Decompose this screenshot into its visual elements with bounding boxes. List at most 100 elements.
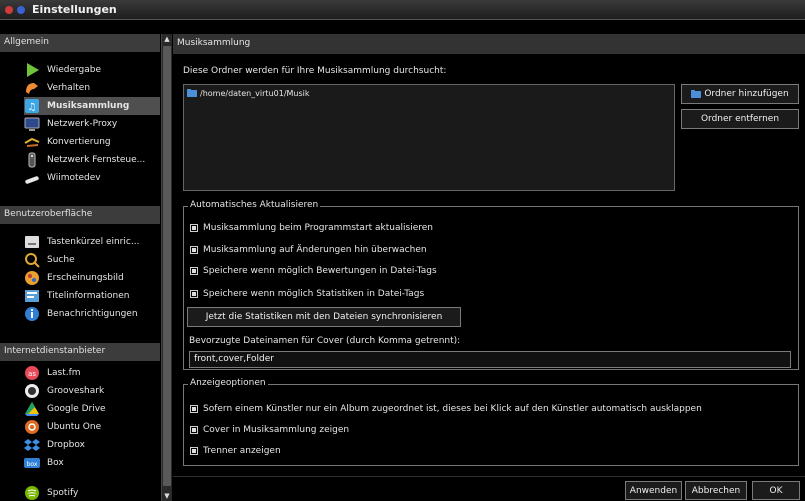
page-title: Musiksammlung: [173, 34, 805, 54]
option-update-on-start[interactable]: Musiksammlung beim Programmstart aktuali…: [190, 223, 433, 233]
sidebar-item-search[interactable]: Suche: [24, 251, 160, 269]
sidebar-item-ubuntu-one[interactable]: Ubuntu One: [24, 418, 160, 436]
sidebar-item-grooveshark[interactable]: Grooveshark: [24, 382, 160, 400]
checkbox[interactable]: [190, 426, 198, 434]
scroll-up-icon[interactable]: ▲: [162, 34, 172, 44]
close-window-button[interactable]: [5, 6, 13, 14]
option-watch-changes[interactable]: Musiksammlung auf Änderungen hin überwac…: [190, 245, 427, 255]
sidebar-item-track-info[interactable]: Titelinformationen: [24, 287, 160, 305]
scrollbar-thumb[interactable]: [163, 46, 171, 486]
sidebar-item-notifications[interactable]: Benachrichtigungen: [24, 305, 160, 323]
option-auto-expand-album[interactable]: Sofern einem Künstler nur ein Album zuge…: [190, 404, 702, 414]
sidebar-item-lastfm[interactable]: as Last.fm: [24, 364, 160, 382]
music-library-icon: ♫: [24, 98, 40, 114]
spotify-icon: [24, 485, 40, 501]
option-label: Trenner anzeigen: [203, 446, 281, 456]
behavior-icon: [24, 80, 40, 96]
sidebar-item-label: Box: [47, 458, 64, 468]
sidebar-item-appearance[interactable]: Erscheinungsbild: [24, 269, 160, 287]
sidebar-item-label: Wiedergabe: [47, 65, 102, 75]
sidebar-item-label: Titelinformationen: [47, 291, 130, 301]
cover-names-input[interactable]: front,cover,Folder: [189, 351, 791, 368]
option-save-ratings[interactable]: Speichere wenn möglich Bewertungen in Da…: [190, 266, 437, 276]
sidebar-item-label: Spotify: [47, 488, 79, 498]
checkbox[interactable]: [190, 405, 198, 413]
folder-list[interactable]: /home/daten_virtu01/Musik: [183, 84, 675, 191]
option-show-dividers[interactable]: Trenner anzeigen: [190, 446, 281, 456]
sidebar-item-conversion[interactable]: Konvertierung: [24, 133, 160, 151]
sidebar-item-label: Last.fm: [47, 368, 81, 378]
sidebar-item-label: Suche: [47, 255, 75, 265]
search-icon: [24, 252, 40, 268]
checkbox[interactable]: [190, 267, 198, 275]
checkbox[interactable]: [190, 290, 198, 298]
sidebar-item-playback[interactable]: Wiedergabe: [24, 61, 160, 79]
track-info-icon: [24, 288, 40, 304]
cover-names-label: Bevorzugte Dateinamen für Cover (durch K…: [189, 336, 461, 346]
sidebar-item-wiimotedev[interactable]: Wiimotedev: [24, 169, 160, 187]
sidebar-item-dropbox[interactable]: Dropbox: [24, 436, 160, 454]
folder-icon: [187, 88, 197, 98]
footer-divider: [173, 476, 805, 477]
cancel-button[interactable]: Abbrechen: [685, 481, 747, 500]
sidebar-item-remote-control[interactable]: Netzwerk Fernsteue...: [24, 151, 160, 169]
option-label: Speichere wenn möglich Statistiken in Da…: [203, 289, 425, 299]
cancel-label: Abbrechen: [691, 485, 741, 496]
svg-text:as: as: [28, 370, 36, 378]
sidebar-item-label: Konvertierung: [47, 137, 111, 147]
sidebar-item-spotify[interactable]: Spotify: [24, 484, 160, 501]
option-label: Musiksammlung beim Programmstart aktuali…: [203, 223, 433, 233]
sidebar-item-behavior[interactable]: Verhalten: [24, 79, 160, 97]
option-save-statistics[interactable]: Speichere wenn möglich Statistiken in Da…: [190, 289, 424, 299]
svg-text:♫: ♫: [28, 102, 37, 113]
apply-button[interactable]: Anwenden: [625, 481, 682, 500]
option-label: Cover in Musiksammlung zeigen: [203, 425, 350, 435]
minimize-window-button[interactable]: [17, 6, 25, 14]
option-label: Musiksammlung auf Änderungen hin überwac…: [203, 245, 427, 255]
ok-button[interactable]: OK: [752, 481, 800, 500]
option-show-covers[interactable]: Cover in Musiksammlung zeigen: [190, 425, 349, 435]
option-label: Speichere wenn möglich Bewertungen in Da…: [203, 266, 437, 276]
group-header-general: Allgemein: [0, 34, 160, 52]
add-folder-button[interactable]: Ordner hinzufügen: [681, 84, 799, 104]
folders-label: Diese Ordner werden für Ihre Musiksammlu…: [183, 66, 447, 76]
sync-statistics-label: Jetzt die Statistiken mit den Dateien sy…: [205, 312, 443, 322]
folder-add-icon: [691, 89, 702, 99]
sidebar-item-label: Grooveshark: [47, 386, 105, 396]
sidebar-item-box[interactable]: box Box: [24, 454, 160, 472]
grooveshark-icon: [24, 383, 40, 399]
sidebar-scrollbar[interactable]: ▲ ▼: [161, 34, 172, 501]
conversion-icon: [24, 134, 40, 150]
ubuntu-one-icon: [24, 419, 40, 435]
folder-list-item[interactable]: /home/daten_virtu01/Musik: [187, 88, 310, 98]
appearance-icon: [24, 270, 40, 286]
sidebar-item-label: Google Drive: [47, 404, 106, 414]
group-header-internet-services: Internetdienstanbieter: [0, 343, 160, 361]
wiimote-icon: [24, 170, 40, 186]
checkbox[interactable]: [190, 224, 198, 232]
auto-update-legend: Automatisches Aktualisieren: [188, 200, 321, 210]
network-proxy-icon: [24, 116, 40, 132]
option-label: Sofern einem Künstler nur ein Album zuge…: [203, 404, 702, 414]
google-drive-icon: [24, 401, 40, 417]
keyboard-icon: [24, 234, 40, 250]
scroll-down-icon[interactable]: ▼: [162, 491, 172, 501]
sync-statistics-button[interactable]: Jetzt die Statistiken mit den Dateien sy…: [187, 307, 461, 327]
title-bar: Einstellungen: [0, 0, 805, 20]
sidebar-item-shortcuts[interactable]: Tastenkürzel einric...: [24, 233, 160, 251]
play-icon: [24, 62, 40, 78]
checkbox[interactable]: [190, 246, 198, 254]
remove-folder-button[interactable]: Ordner entfernen: [681, 109, 799, 129]
ok-label: OK: [769, 485, 783, 496]
add-folder-label: Ordner hinzufügen: [704, 89, 789, 99]
sidebar-item-label: Ubuntu One: [47, 422, 102, 432]
sidebar-item-label: Netzwerk-Proxy: [47, 119, 118, 129]
sidebar-item-google-drive[interactable]: Google Drive: [24, 400, 160, 418]
checkbox[interactable]: [190, 447, 198, 455]
display-options-legend: Anzeigeoptionen: [188, 378, 268, 388]
window-title: Einstellungen: [32, 3, 117, 16]
lastfm-icon: as: [24, 365, 40, 381]
sidebar-item-network-proxy[interactable]: Netzwerk-Proxy: [24, 115, 160, 133]
sidebar-item-music-library[interactable]: ♫ Musiksammlung: [24, 97, 160, 115]
sidebar-item-label: Verhalten: [47, 83, 91, 93]
